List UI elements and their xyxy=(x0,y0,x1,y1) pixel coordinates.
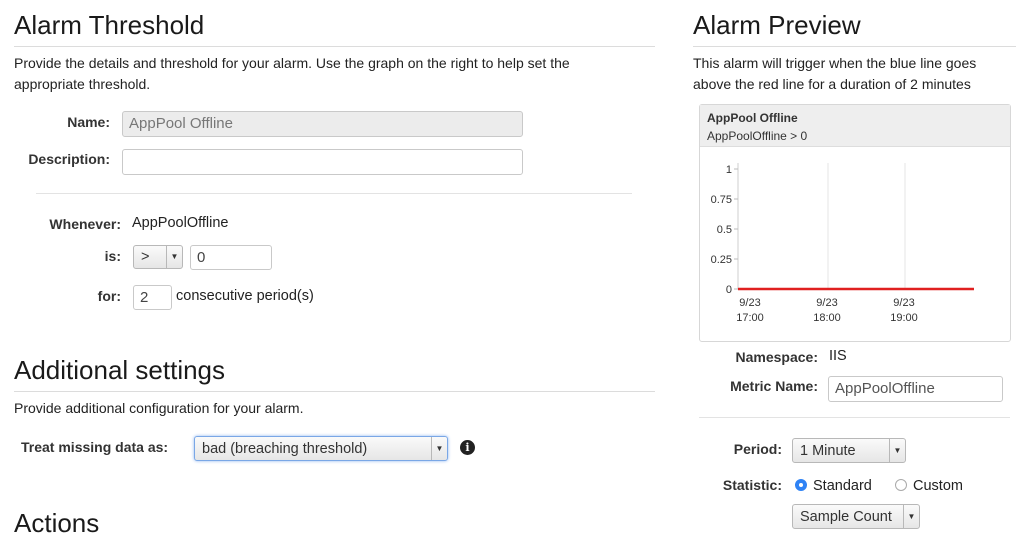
name-input[interactable]: AppPool Offline xyxy=(122,111,523,137)
y-tick-label: 1 xyxy=(726,164,732,176)
standard-radio[interactable] xyxy=(795,479,807,491)
statistic-value: Sample Count xyxy=(800,509,892,525)
y-tick-label: 0.5 xyxy=(717,224,732,236)
threshold-input[interactable]: 0 xyxy=(190,245,272,270)
alarm-preview-heading: Alarm Preview xyxy=(693,10,861,40)
x-tick-label-date: 9/23 xyxy=(816,297,837,309)
namespace-label: Namespace: xyxy=(735,349,819,365)
chart-panel: AppPool Offline AppPoolOffline > 0 1 0.75… xyxy=(699,104,1011,342)
preview-form-divider xyxy=(699,417,1010,418)
chevron-down-icon: ▼ xyxy=(166,246,182,268)
custom-radio-label[interactable]: Custom xyxy=(913,478,963,494)
missing-data-label: Treat missing data as: xyxy=(21,439,169,455)
chart-plot: 1 0.75 0.5 0.25 0 9/23 17:00 9/23 18:00 9/23 19:00 xyxy=(711,163,974,324)
actions-heading: Actions xyxy=(14,508,100,538)
metric-name-label: Metric Name: xyxy=(730,378,818,394)
whenever-metric: AppPoolOffline xyxy=(132,215,229,231)
is-label: is: xyxy=(104,248,121,264)
chart-header: AppPool Offline AppPoolOffline > 0 xyxy=(700,105,1010,147)
alarm-threshold-heading: Alarm Threshold xyxy=(14,10,205,40)
description-label: Description: xyxy=(28,151,110,167)
missing-data-value: bad (breaching threshold) xyxy=(202,441,368,457)
x-tick-label-time: 17:00 xyxy=(736,312,764,324)
description-input[interactable] xyxy=(122,149,523,175)
y-tick-label: 0.75 xyxy=(711,194,732,206)
additional-description: Provide additional configuration for you… xyxy=(14,400,304,416)
additional-settings-heading: Additional settings xyxy=(14,355,226,385)
threshold-description: Provide the details and threshold for yo… xyxy=(14,55,570,92)
chevron-down-icon: ▼ xyxy=(903,505,919,528)
namespace-value: IIS xyxy=(829,348,847,364)
custom-radio[interactable] xyxy=(895,479,907,491)
operator-select[interactable]: > ▼ xyxy=(133,245,183,269)
metric-name-input[interactable]: AppPoolOffline xyxy=(828,376,1003,402)
standard-radio-label[interactable]: Standard xyxy=(813,478,872,494)
y-tick-label: 0.25 xyxy=(711,254,732,266)
preview-description: This alarm will trigger when the blue li… xyxy=(693,55,977,92)
x-tick-label-time: 19:00 xyxy=(890,312,918,324)
period-select[interactable]: 1 Minute ▼ xyxy=(792,438,906,463)
statistic-label: Statistic: xyxy=(722,477,782,493)
chart-subtitle: AppPoolOffline > 0 xyxy=(707,129,808,143)
missing-data-select[interactable]: bad (breaching threshold) ▼ xyxy=(194,436,448,461)
info-icon[interactable]: i xyxy=(460,440,475,455)
x-tick-label-time: 18:00 xyxy=(813,312,841,324)
x-tick-label-date: 9/23 xyxy=(739,297,760,309)
chevron-down-icon: ▼ xyxy=(431,437,447,460)
whenever-label: Whenever: xyxy=(49,216,121,232)
y-tick-label: 0 xyxy=(726,284,732,296)
period-label: Period: xyxy=(733,441,782,457)
x-tick-label-date: 9/23 xyxy=(893,297,914,309)
form-divider xyxy=(36,193,632,194)
name-label: Name: xyxy=(67,114,110,130)
heading-divider xyxy=(14,46,655,47)
additional-divider xyxy=(14,391,655,392)
periods-input[interactable]: 2 xyxy=(133,285,172,310)
for-label: for: xyxy=(97,288,121,304)
periods-suffix: consecutive period(s) xyxy=(176,288,314,304)
preview-divider xyxy=(693,46,1016,47)
chevron-down-icon: ▼ xyxy=(889,439,905,462)
period-value: 1 Minute xyxy=(800,443,856,459)
operator-value: > xyxy=(141,249,150,265)
chart-title: AppPool Offline xyxy=(707,111,798,125)
statistic-select[interactable]: Sample Count ▼ xyxy=(792,504,920,529)
